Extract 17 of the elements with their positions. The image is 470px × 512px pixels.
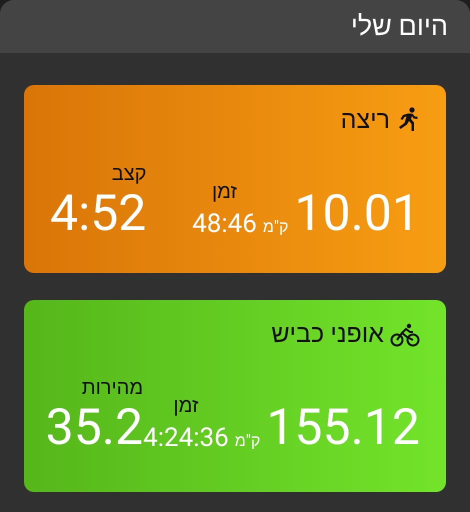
stat-label: מהירות: [82, 377, 144, 397]
stat-label: זמן: [173, 395, 198, 415]
distance-value: 155.12: [266, 403, 420, 453]
activity-title: ריצה: [340, 108, 390, 132]
time-value: 4:24:36: [143, 425, 229, 451]
bicycle-icon: [390, 322, 420, 346]
stat-value: 4:52: [50, 189, 146, 239]
runner-icon: [396, 107, 420, 133]
distance-value: 10.01: [294, 189, 420, 239]
time-value: 48:46: [192, 211, 257, 237]
stat-value: 35.2: [46, 403, 144, 453]
stat-label: קצב: [112, 163, 146, 183]
stat-label: זמן: [212, 181, 237, 201]
activity-title: אופני כביש: [271, 322, 384, 347]
screen-title: היום שלי: [350, 13, 448, 40]
unit-label: ק"מ: [234, 433, 260, 449]
unit-label: ק"מ: [262, 219, 288, 235]
